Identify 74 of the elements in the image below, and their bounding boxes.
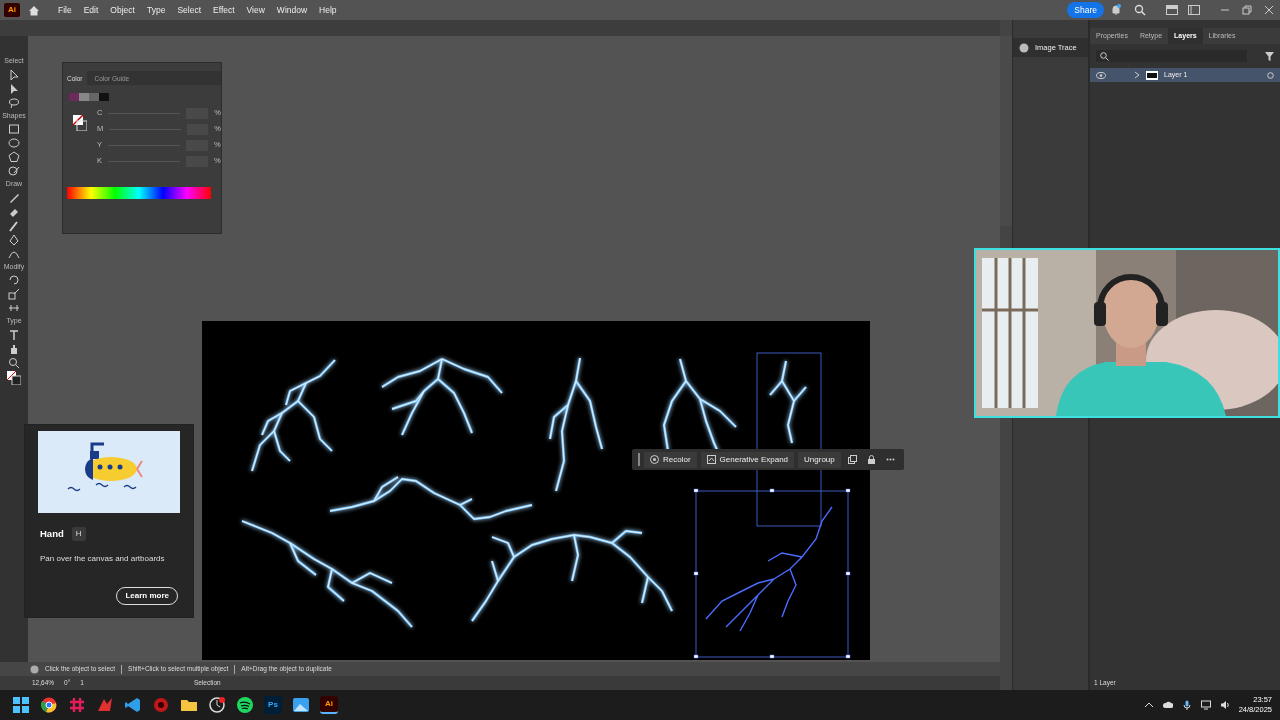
record-icon[interactable] (152, 696, 170, 714)
app-logo[interactable]: Ai (4, 3, 20, 17)
type-icon[interactable] (8, 328, 20, 341)
menu-item[interactable]: File (52, 3, 78, 17)
context-button[interactable]: Generative Expand (700, 451, 795, 468)
menu-item[interactable]: Edit (77, 3, 105, 17)
menu-item[interactable]: Type (140, 3, 172, 17)
mountain-app-icon[interactable] (96, 696, 114, 714)
direct-selection-icon[interactable] (8, 82, 20, 95)
menu-item[interactable]: View (240, 3, 271, 17)
context-button[interactable]: Ungroup (798, 451, 841, 468)
pen-icon[interactable] (8, 233, 20, 246)
scale-icon[interactable] (8, 288, 20, 300)
brush-icon[interactable] (8, 219, 20, 232)
duplicate-icon[interactable] (847, 455, 857, 464)
close-icon[interactable] (1264, 5, 1274, 15)
start-icon[interactable] (12, 696, 30, 714)
restore-icon[interactable] (1242, 5, 1252, 15)
width-icon[interactable] (8, 302, 20, 314)
microphone-icon[interactable] (1181, 700, 1192, 710)
menu-item[interactable]: Window (270, 3, 314, 17)
browser-icon[interactable] (40, 696, 58, 714)
taskbar-app-button[interactable]: Ai (320, 696, 338, 714)
music-icon[interactable] (236, 696, 254, 714)
selection-arrow-icon[interactable] (8, 68, 20, 81)
menu-item[interactable]: Help (313, 3, 343, 17)
workspace-icon[interactable] (1166, 5, 1178, 15)
shortcut-key: H (71, 527, 86, 542)
context-button[interactable]: Recolor (644, 451, 697, 468)
tool-name: Hand (40, 527, 64, 541)
chevron-up-icon[interactable] (1143, 700, 1154, 710)
shaper-icon[interactable] (8, 165, 20, 177)
vertical-scrollbar[interactable] (1000, 36, 1012, 226)
layer-thumbnail (1146, 70, 1158, 80)
pencil-icon[interactable] (8, 191, 20, 204)
menu-item[interactable]: Object (104, 3, 141, 17)
search-icon[interactable] (1134, 4, 1146, 16)
search-field[interactable] (1096, 50, 1247, 62)
speaker-icon[interactable] (1219, 700, 1230, 710)
search-icon (1100, 51, 1109, 61)
zoom-icon[interactable] (8, 356, 20, 369)
bell-icon[interactable] (1110, 4, 1122, 16)
expand-frame-icon (706, 455, 716, 464)
menu-item[interactable]: Select (171, 3, 207, 17)
code-editor-icon[interactable] (124, 696, 142, 714)
swatch-strip[interactable] (69, 93, 109, 101)
hash-icon[interactable] (68, 696, 86, 714)
cloud-icon[interactable] (1162, 700, 1173, 710)
color-spectrum[interactable] (67, 187, 211, 199)
clock-icon[interactable] (208, 696, 226, 714)
drag-handle[interactable] (638, 453, 640, 466)
hand-icon[interactable] (8, 342, 20, 355)
rotate-icon[interactable] (8, 274, 20, 286)
lock-icon[interactable] (866, 455, 876, 464)
monitor-icon[interactable] (1200, 700, 1211, 710)
expand-icon[interactable] (1134, 71, 1140, 79)
visibility-icon[interactable] (1096, 71, 1106, 79)
taskbar-app-button[interactable]: Ps (264, 696, 282, 714)
photos-icon[interactable] (292, 696, 310, 714)
palette-icon (650, 455, 659, 464)
panel-icon[interactable] (1188, 5, 1200, 15)
target-icon[interactable] (1267, 71, 1274, 79)
polygon-icon[interactable] (8, 151, 20, 163)
tool-description: Pan over the canvas and artboards (39, 553, 166, 566)
fill-stroke-icon[interactable] (7, 370, 21, 385)
share-button[interactable]: Share (1067, 1, 1104, 19)
filter-icon[interactable] (1265, 51, 1274, 61)
menu-item[interactable]: Effect (207, 3, 241, 17)
rectangle-icon[interactable] (8, 123, 20, 135)
fill-stroke-icon[interactable] (73, 115, 87, 131)
home-icon[interactable] (28, 4, 40, 16)
ellipse-icon[interactable] (8, 137, 20, 149)
selected-lightning[interactable] (705, 506, 833, 632)
lasso-icon[interactable] (8, 96, 20, 109)
